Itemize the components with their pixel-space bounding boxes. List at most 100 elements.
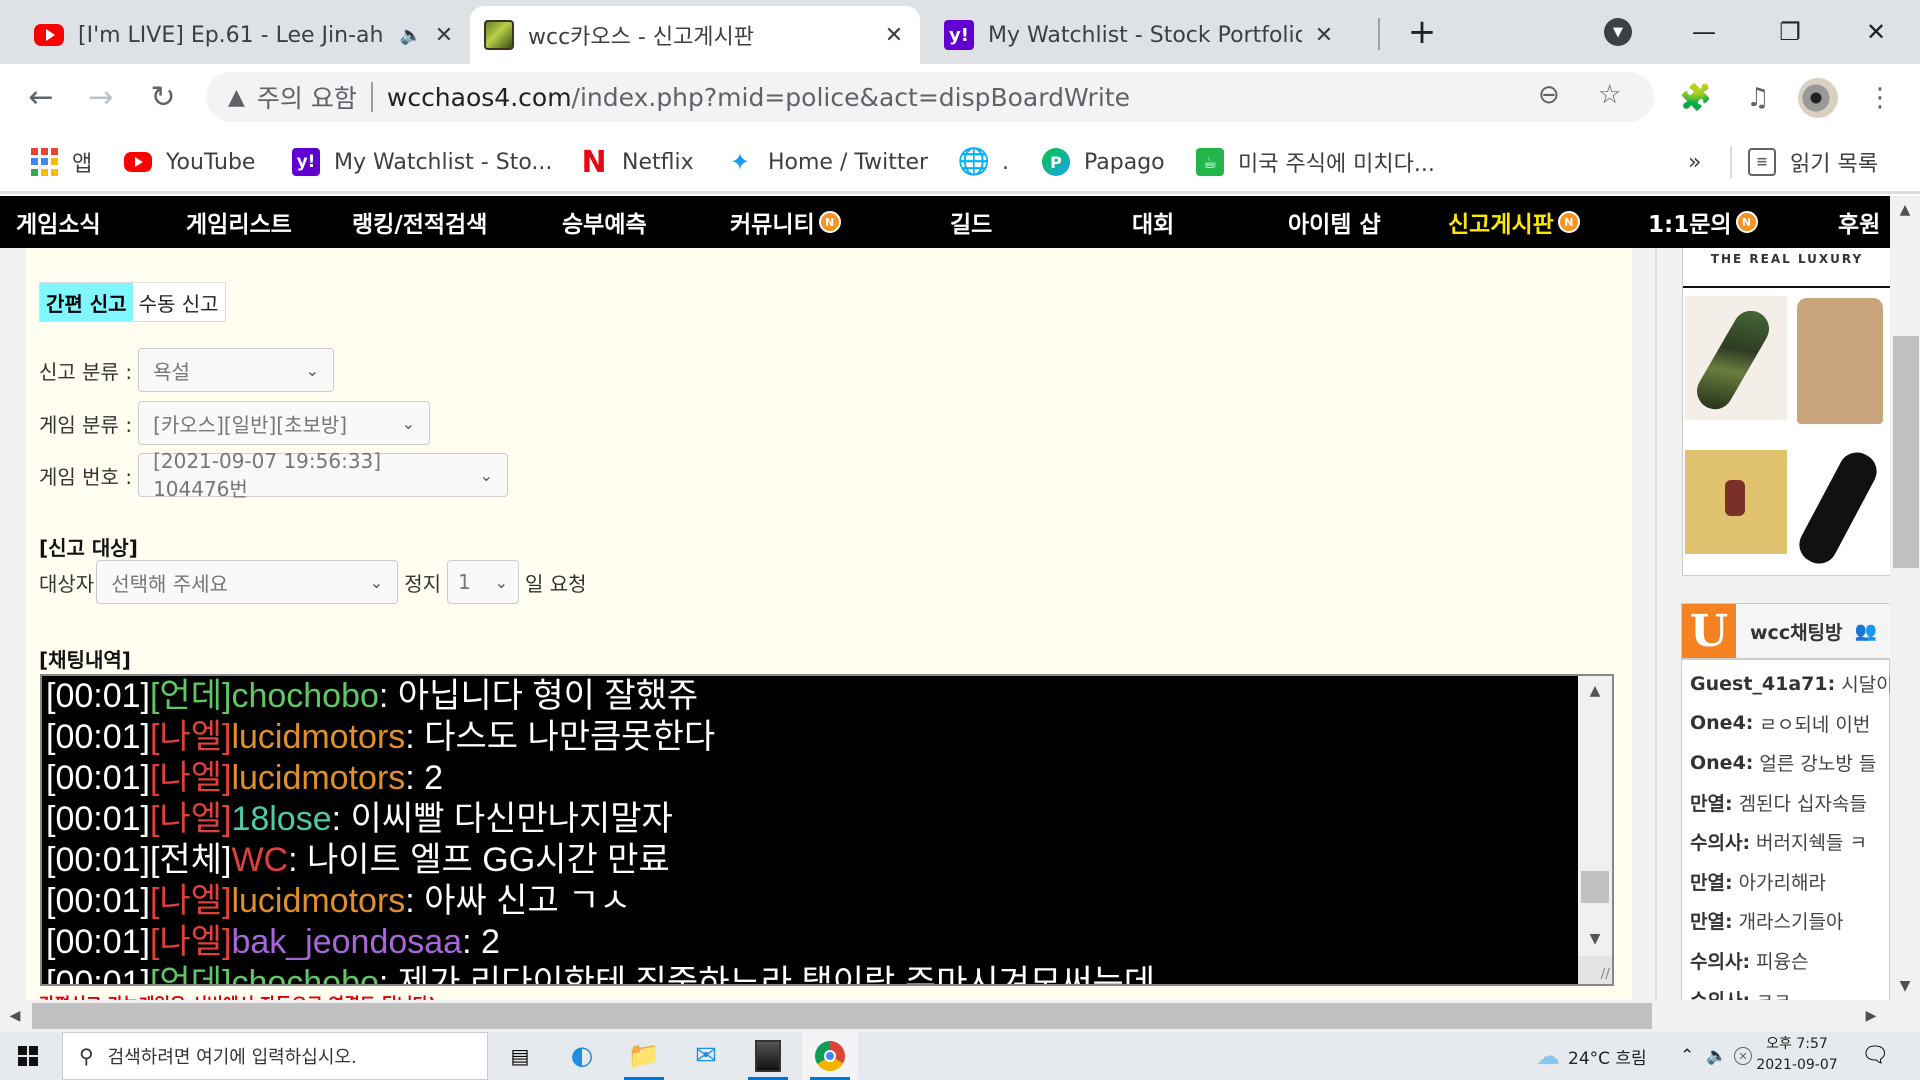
scroll-down-arrow-icon[interactable]: ▼ xyxy=(1890,972,1920,1000)
volume-button[interactable]: 🔈 xyxy=(1706,1032,1727,1080)
tab-quick-report[interactable]: 간편 신고 xyxy=(40,283,133,321)
security-status[interactable]: 주의 요함 xyxy=(257,79,357,115)
nav-prediction[interactable]: 승부예측 xyxy=(562,196,647,248)
bookmark-label: . xyxy=(1002,149,1009,175)
scrollbar-thumb[interactable] xyxy=(1581,871,1609,903)
back-button[interactable]: ← xyxy=(20,76,62,118)
taskbar-mail[interactable]: ✉ xyxy=(678,1032,734,1080)
scrollbar-thumb[interactable] xyxy=(32,1003,1652,1029)
taskbar-file-explorer[interactable]: 📁 xyxy=(616,1032,672,1080)
nav-game-list[interactable]: 게임리스트 xyxy=(186,196,292,248)
media-controls-button[interactable]: ♫ xyxy=(1738,78,1778,118)
minimize-button[interactable]: — xyxy=(1676,10,1732,54)
target-select[interactable]: 선택해 주세요 ⌄ xyxy=(96,560,399,604)
forward-button[interactable]: → xyxy=(80,76,122,118)
close-window-button[interactable]: ✕ xyxy=(1848,10,1904,54)
taskbar-search[interactable]: ⚲ 검색하려면 여기에 입력하십시오. xyxy=(62,1032,488,1080)
page-horizontal-scrollbar[interactable]: ◀ ▶ xyxy=(0,1000,1920,1032)
zoom-out-icon[interactable]: ⊖ xyxy=(1538,80,1560,110)
nav-game-news[interactable]: 게임소식 xyxy=(16,196,101,248)
nav-donate[interactable]: 후원 xyxy=(1838,196,1880,248)
warning-triangle-icon[interactable]: ▲ xyxy=(228,85,245,110)
luxury-ad-banner[interactable]: THE REAL LUXURY xyxy=(1682,248,1890,576)
ban-days-select[interactable]: 1 ⌄ xyxy=(447,560,520,604)
bookmark-globe[interactable]: 🌐 . xyxy=(958,144,1009,180)
clock[interactable]: 오후 7:57 2021-09-07 xyxy=(1752,1034,1842,1076)
tab-watchlist[interactable]: y! My Watchlist - Stock Portfolio & ✕ xyxy=(930,6,1350,64)
scroll-up-arrow-icon[interactable]: ▲ xyxy=(1578,676,1612,706)
papago-icon: P xyxy=(1042,148,1070,176)
close-tab-icon[interactable]: ✕ xyxy=(1312,23,1336,48)
close-tab-icon[interactable]: ✕ xyxy=(432,23,456,48)
chat-history-heading: [채팅내역] xyxy=(39,648,131,672)
tab-youtube-live[interactable]: [I'm LIVE] Ep.61 - Lee Jin-ah 🔈 ✕ xyxy=(20,6,470,64)
taskbar-warcraft[interactable] xyxy=(740,1032,796,1080)
bookmark-youtube[interactable]: YouTube xyxy=(124,144,255,180)
new-badge: N xyxy=(1557,211,1580,233)
start-button[interactable] xyxy=(0,1032,56,1080)
nav-guild[interactable]: 길드 xyxy=(950,196,992,248)
suede-jacket-image xyxy=(1789,292,1889,428)
chevron-up-icon: ⌃ xyxy=(1680,1046,1695,1066)
tab-search-button[interactable]: ▼ xyxy=(1590,10,1646,54)
resize-grip-icon[interactable]: ∕∕ xyxy=(1578,956,1612,984)
bookmark-twitter[interactable]: ✦ Home / Twitter xyxy=(726,144,928,180)
game-number-value: [2021-09-07 19:56:33] 104476번 xyxy=(153,448,382,501)
game-number-select[interactable]: [2021-09-07 19:56:33] 104476번 ⌄ xyxy=(138,449,509,501)
target-label: 대상자 xyxy=(39,571,95,596)
category-row: 신고 분류 : 욕설 ⌄ xyxy=(39,348,335,392)
tab-wcc-report[interactable]: wcc카오스 - 신고게시판 ✕ xyxy=(470,6,920,64)
reload-button[interactable]: ↻ xyxy=(142,76,184,118)
nav-item-shop[interactable]: 아이템 샵 xyxy=(1288,196,1381,248)
scroll-right-arrow-icon[interactable]: ▶ xyxy=(1856,1000,1886,1032)
scrollbar-thumb[interactable] xyxy=(1893,336,1919,568)
show-hidden-icons[interactable]: ⌃ xyxy=(1680,1032,1694,1080)
bookmark-netflix[interactable]: N Netflix xyxy=(580,144,693,180)
chat-widget-text: 개라스기들아 xyxy=(1738,911,1844,934)
scroll-left-arrow-icon[interactable]: ◀ xyxy=(0,1000,30,1032)
nav-ranking[interactable]: 랭킹/전적검색 xyxy=(352,196,487,248)
bookmark-papago[interactable]: P Papago xyxy=(1042,144,1165,180)
chat-history-scrollbar[interactable]: ▲ ▼ ∕∕ xyxy=(1578,676,1612,984)
category-select[interactable]: 욕설 ⌄ xyxy=(138,348,335,392)
chat-history-textarea[interactable]: [00:01][언데]chochobo: 아닙니다 형이 잘했쥬 [00:01][… xyxy=(40,674,1614,986)
scroll-up-arrow-icon[interactable]: ▲ xyxy=(1890,196,1920,224)
task-view-button[interactable]: ▤ xyxy=(492,1032,548,1080)
restore-button[interactable]: ❐ xyxy=(1762,10,1818,54)
game-number-row: 게임 번호 : [2021-09-07 19:56:33] 104476번 ⌄ xyxy=(39,449,509,501)
address-bar[interactable]: ▲ 주의 요함 wcchaos4.com/index.php?mid=polic… xyxy=(206,72,1654,122)
arrow-right-icon: → xyxy=(88,79,114,115)
bookmark-us-stocks[interactable]: ☕ 미국 주식에 미치다... xyxy=(1196,144,1435,180)
close-tab-icon[interactable]: ✕ xyxy=(882,23,906,48)
nav-community[interactable]: 커뮤니티 N xyxy=(730,196,841,248)
taskbar-chrome[interactable] xyxy=(802,1032,858,1080)
weather-widget[interactable]: ☁ 24°C 흐림 xyxy=(1536,1032,1647,1080)
profile-avatar[interactable] xyxy=(1798,78,1838,118)
network-status[interactable]: ✕ xyxy=(1734,1032,1752,1080)
scroll-down-arrow-icon[interactable]: ▼ xyxy=(1578,924,1612,954)
page-vertical-scrollbar[interactable]: ▲ ▼ xyxy=(1890,196,1920,1000)
chat-widget-text: 겜된다 십자속들 xyxy=(1738,792,1867,815)
reading-list-button[interactable]: ≡ 읽기 목록 xyxy=(1748,144,1878,180)
game-type-select[interactable]: [카오스][일반][초보방] ⌄ xyxy=(138,401,431,445)
bookmark-label: Home / Twitter xyxy=(768,149,929,175)
chat-log-line: [00:01][전체]WC: 나이트 엘프 GG시간 만료 xyxy=(46,840,1566,881)
nav-inquiry[interactable]: 1:1문의 N xyxy=(1648,196,1758,248)
bookmark-watchlist[interactable]: y! My Watchlist - Sto... xyxy=(292,144,552,180)
bookmark-apps[interactable]: 앱 xyxy=(30,144,92,180)
nav-tournament[interactable]: 대회 xyxy=(1132,196,1174,248)
chat-widget-messages: Guest_41a71: 시달이 One4: ㄹㅇ되네 이번 One4: 얼른 강노방 들… xyxy=(1690,664,1890,1000)
extensions-button[interactable]: 🧩 xyxy=(1676,78,1716,118)
taskbar-edge[interactable]: ◐ xyxy=(554,1032,610,1080)
users-icon[interactable]: 👥 xyxy=(1855,621,1877,642)
new-tab-button[interactable]: + xyxy=(1394,10,1450,54)
bookmarks-overflow-button[interactable]: » xyxy=(1688,144,1701,180)
notifications-button[interactable]: 🗨 xyxy=(1861,1042,1889,1068)
puzzle-icon: 🧩 xyxy=(1679,83,1713,113)
bookmark-star-icon[interactable]: ☆ xyxy=(1598,80,1621,110)
speaker-icon[interactable]: 🔈 xyxy=(400,25,422,46)
tab-manual-report[interactable]: 수동 신고 xyxy=(133,283,225,321)
menu-button[interactable]: ⋮ xyxy=(1860,78,1900,118)
nav-report-board[interactable]: 신고게시판 N xyxy=(1448,196,1580,248)
playlist-music-icon: ♫ xyxy=(1746,83,1770,113)
